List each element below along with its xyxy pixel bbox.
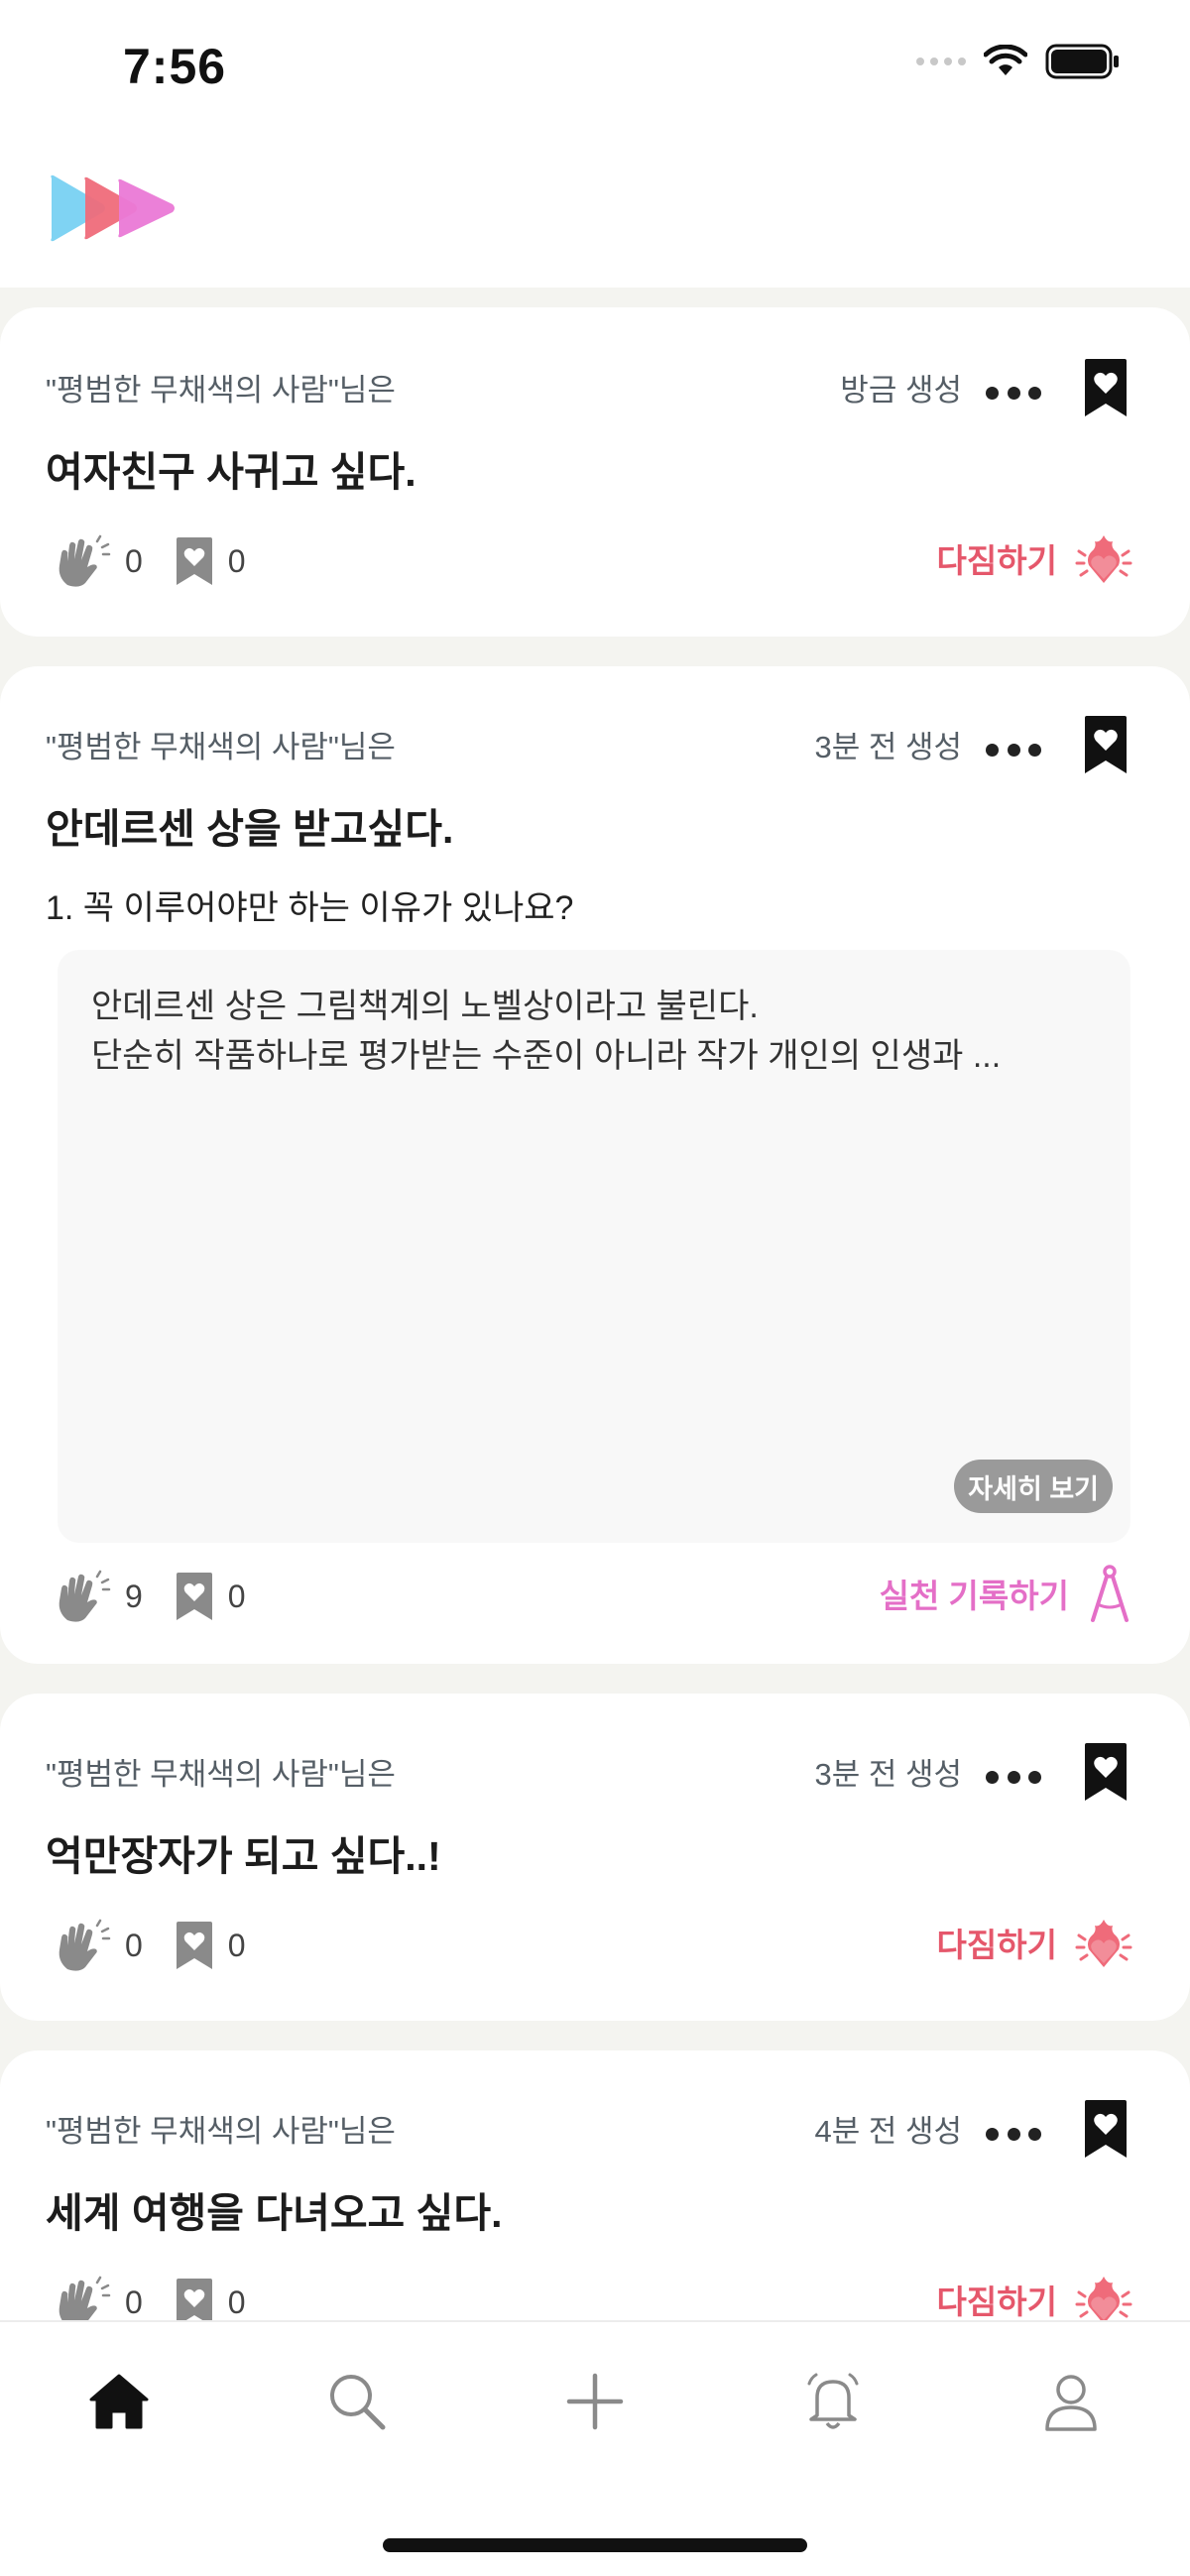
post-stats: 9 0 [54, 1569, 278, 1624]
author-nickname: "평범한 무채색의 사람"님은 [46, 373, 396, 408]
more-options-icon[interactable] [986, 383, 1041, 403]
record-practice-button[interactable]: 실천 기록하기 [880, 1563, 1134, 1624]
bookmark-heart-icon[interactable] [1083, 714, 1129, 775]
answer-text: 안데르센 상은 그림책계의 노벨상이라고 불린다. 단순히 작품하나로 평가받는… [91, 988, 1002, 1075]
status-icons [916, 44, 1121, 79]
fire-heart-icon [1075, 1920, 1132, 1967]
author-nickname: "평범한 무채색의 사람"님은 [46, 2114, 396, 2149]
bookmark-count: 0 [227, 2283, 246, 2320]
tab-home[interactable] [79, 2362, 159, 2441]
pledge-label: 다짐하기 [936, 1927, 1057, 1963]
compass-icon [1091, 1565, 1129, 1622]
answer-box: 안데르센 상은 그림책계의 노벨상이라고 불린다. 단순히 작품하나로 평가받는… [58, 950, 1130, 1543]
clap-icon[interactable] [54, 533, 111, 589]
goal-title: 안데르센 상을 받고싶다. [46, 806, 454, 852]
bookmark-heart-icon[interactable] [1083, 1741, 1129, 1803]
fire-heart-icon [1075, 535, 1132, 583]
bookmark-heart-icon[interactable] [1083, 2098, 1129, 2160]
author-nickname: "평범한 무채색의 사람"님은 [46, 730, 396, 764]
bookmark-count: 0 [227, 1927, 246, 1963]
created-time: 방금 생성 [840, 373, 962, 408]
created-time: 3분 전 생성 [814, 730, 962, 764]
view-detail-button[interactable]: 자세히 보기 [954, 1460, 1113, 1513]
more-options-icon[interactable] [986, 1767, 1041, 1787]
bookmark-count-icon [176, 1922, 212, 1969]
question-text: 1. 꼭 이루어야만 하는 이유가 있나요? [46, 889, 574, 927]
post-stats: 0 0 [54, 533, 278, 589]
bookmark-count-icon [176, 1573, 212, 1620]
clap-count: 0 [125, 542, 143, 579]
bookmark-heart-icon[interactable] [1083, 357, 1129, 418]
record-practice-label: 실천 기록하기 [879, 1578, 1069, 1614]
home-indicator [383, 2538, 807, 2552]
clap-icon[interactable] [54, 1918, 111, 1973]
created-time: 4분 전 생성 [814, 2114, 962, 2149]
plus-icon [566, 2373, 624, 2430]
app-logo-icon [51, 175, 175, 242]
pledge-button[interactable]: 다짐하기 [937, 527, 1134, 589]
created-time: 3분 전 생성 [814, 1757, 962, 1792]
goal-title: 세계 여행을 다녀오고 싶다. [46, 2190, 503, 2236]
tab-create[interactable] [555, 2362, 635, 2441]
more-options-icon[interactable] [986, 740, 1041, 760]
clap-count: 9 [125, 1578, 143, 1614]
tab-profile[interactable] [1031, 2362, 1111, 2441]
status-time: 7:56 [123, 39, 227, 94]
clap-icon[interactable] [54, 1569, 111, 1624]
pledge-label: 다짐하기 [936, 542, 1057, 579]
status-bar: 7:56 [0, 0, 1190, 139]
battery-icon [1045, 44, 1119, 79]
goal-card[interactable]: "평범한 무채색의 사람"님은 방금 생성 여자친구 사귀고 싶다. 0 0 다… [0, 307, 1190, 637]
signal-icon [916, 58, 966, 65]
search-icon [330, 2375, 386, 2430]
goal-card[interactable]: "평범한 무채색의 사람"님은 3분 전 생성 안데르센 상을 받고싶다. 1.… [0, 666, 1190, 1664]
pledge-label: 다짐하기 [936, 2283, 1057, 2320]
clap-count: 0 [125, 2283, 143, 2320]
wifi-icon [984, 45, 1027, 75]
tab-search[interactable] [317, 2362, 397, 2441]
more-options-icon[interactable] [986, 2124, 1041, 2144]
goal-title: 억만장자가 되고 싶다..! [46, 1833, 441, 1879]
bookmark-count-icon [176, 537, 212, 585]
clap-count: 0 [125, 1927, 143, 1963]
post-stats: 0 0 [54, 1918, 278, 1973]
pledge-button[interactable]: 다짐하기 [937, 1912, 1134, 1973]
bookmark-count: 0 [227, 1578, 246, 1614]
goal-card[interactable]: "평범한 무채색의 사람"님은 3분 전 생성 억만장자가 되고 싶다..! 0… [0, 1694, 1190, 2021]
app-header [0, 139, 1190, 288]
tab-notifications[interactable] [793, 2362, 873, 2441]
author-nickname: "평범한 무채색의 사람"님은 [46, 1757, 396, 1792]
home-icon [89, 2374, 149, 2429]
bookmark-count: 0 [227, 542, 246, 579]
bell-icon [807, 2373, 859, 2429]
goal-title: 여자친구 사귀고 싶다. [46, 449, 416, 495]
profile-icon [1045, 2375, 1097, 2431]
